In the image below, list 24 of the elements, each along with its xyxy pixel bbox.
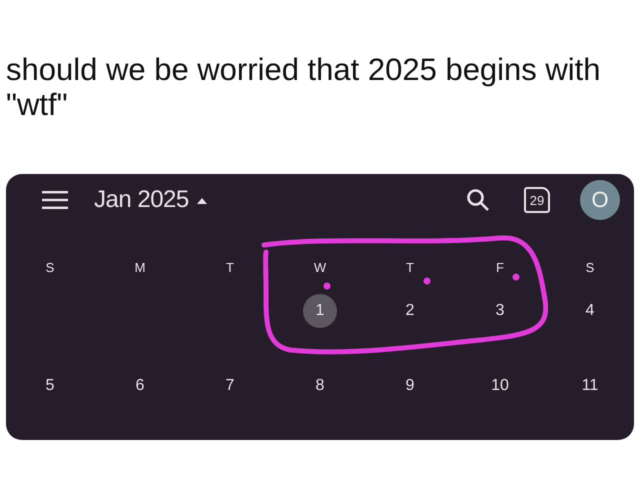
menu-icon[interactable] [42, 191, 68, 209]
month-title[interactable]: Jan 2025 [94, 186, 189, 214]
weekday-label: S [586, 260, 594, 275]
day-cell[interactable]: 1 [303, 294, 337, 328]
weekday-label: M [134, 260, 146, 275]
today-button[interactable]: 29 [524, 187, 550, 213]
caret-icon[interactable] [196, 198, 207, 204]
weekday-label: W [314, 260, 326, 275]
day-cell[interactable]: 7 [213, 369, 247, 403]
weekday-label: T [226, 260, 234, 275]
day-cell[interactable]: 11 [573, 369, 607, 403]
day-cell[interactable]: 3 [483, 294, 517, 328]
weekday-label: F [496, 260, 504, 275]
post-text: should we be worried that 2025 begins with "wtf" [5, 51, 602, 122]
day-cell[interactable]: 4 [573, 294, 607, 328]
weekday-label: S [46, 260, 54, 275]
day-cell[interactable]: 5 [33, 369, 67, 403]
day-cell[interactable]: 6 [123, 369, 157, 403]
day-cell[interactable]: 8 [303, 369, 337, 403]
search-icon[interactable] [466, 188, 490, 212]
day-cell[interactable]: 10 [483, 369, 517, 403]
weekday-label: T [406, 260, 414, 275]
day-cell[interactable]: 2 [393, 294, 427, 328]
day-cell[interactable]: 9 [393, 369, 427, 403]
